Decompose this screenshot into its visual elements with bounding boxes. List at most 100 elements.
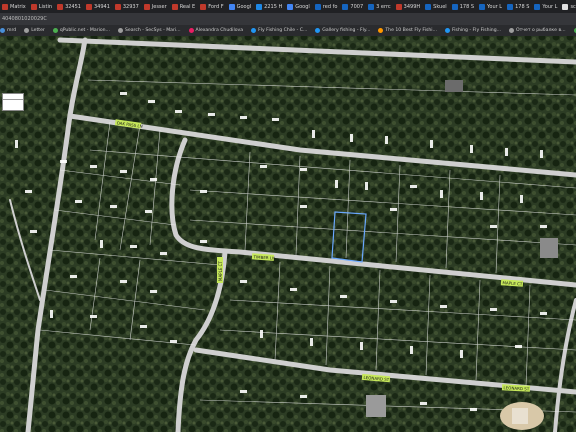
bookmark-favicon-icon [117,28,123,33]
realtor-icon [171,3,178,10]
address-bar[interactable]: 4040801020029C [0,13,576,25]
bookmark-item[interactable]: The 10 Best Fly Fishi... [378,28,437,33]
bookmark-item[interactable]: Alexandra Chudilova [188,28,243,33]
bookmarks-bar: mrd Letter qPublic.net - Marion... Search -… [0,25,576,36]
bookmark-label: qPublic.net - Marion... [59,28,110,33]
bookmark-label: Fishing - Fly Fishing... [451,28,502,33]
bookmark-label: Letter [31,28,45,33]
bookmark-favicon-icon [0,28,5,33]
zoom-control[interactable] [2,93,24,111]
browser-tab[interactable]: Your L [477,0,504,13]
browser-tab[interactable]: 7007 [340,0,365,13]
tab-label: scanpl [570,3,576,10]
browser-tab[interactable]: 32937 [113,0,141,13]
bookmark-item[interactable]: Letter [24,28,45,33]
browser-tab[interactable]: Skuel [423,0,449,13]
bookmark-favicon-icon [315,28,321,33]
parcel-map[interactable]: OAK PASS LN MAPLE CT TIMBER LN MAPLE CT … [0,36,576,432]
listing-icon [143,3,150,10]
bookmark-item[interactable]: Gallery fishing - Fly... [315,28,370,33]
listing-icon [451,3,458,10]
listing-icon [425,3,432,10]
bookmark-label: Fly Fishing Chile - C... [258,28,308,33]
tab-label: 178 S [515,3,530,10]
aerial-imagery [0,36,576,432]
tab-label: 32451 [65,3,81,10]
bookmark-favicon-icon [251,28,257,33]
listing-icon [562,3,569,10]
listing-icon [30,3,37,10]
browser-tab[interactable]: Listin [29,0,54,13]
street-label-maple-ct: MAPLE CT [217,257,223,283]
bookmark-label: mrd [7,28,17,33]
error-icon [368,3,375,10]
map-viewport[interactable]: OAK PASS LN MAPLE CT TIMBER LN MAPLE CT … [0,36,576,432]
browser-tab[interactable]: Googl [227,0,254,13]
browser-tab[interactable]: Jesser [142,0,169,13]
browser-tab[interactable]: Ford F [198,0,225,13]
browser-tab[interactable]: 3 errc [366,0,393,13]
bookmark-label: Search - SecSys - Mari... [124,28,181,33]
browser-tab[interactable]: Real E [170,0,198,13]
tab-label: 2215 H [264,3,283,10]
bookmark-item[interactable]: Search - SecSys - Mari... [117,28,181,33]
tab-label: Googl [236,3,252,10]
bookmark-favicon-icon [509,28,515,33]
tab-label: 7007 [350,3,364,10]
listing-icon [479,3,486,10]
listing-icon [534,3,541,10]
bookmark-item[interactable]: qPublic.net - Marion... [52,28,110,33]
tab-label: red fo [322,3,338,10]
tab-label: Your L [542,3,558,10]
browser-tab[interactable]: scanpl [560,0,576,13]
browser-tab[interactable]: 178 S [505,0,531,13]
tab-label: Ford F [208,3,224,10]
tab-label: 3 errc [376,3,391,10]
listing-icon [256,3,263,10]
bookmark-item[interactable]: Fishing - Fly Fishing... [444,28,502,33]
browser-tab-bar: Matrix Listin 32451 34941 32937 Jesser Real E F… [0,0,576,13]
tab-label: Jesser [151,3,167,10]
listing-icon [395,3,402,10]
browser-tab[interactable]: Googl [285,0,312,13]
matrix-icon [2,3,8,10]
tab-label: Googl [295,3,310,10]
browser-tab[interactable]: Matrix [0,0,28,13]
google-icon [228,3,235,10]
browser-tab[interactable]: 34941 [84,0,112,13]
listing-icon [342,3,349,10]
bookmark-favicon-icon [188,28,194,33]
bookmark-label: The 10 Best Fly Fishi... [385,28,437,33]
bookmark-favicon-icon [444,28,450,33]
bookmark-favicon-icon [378,28,384,33]
zoom-divider [3,99,23,100]
browser-tab[interactable]: 3499H [394,0,422,13]
bookmark-item[interactable]: Отчет о рыбалке в... [509,28,566,33]
bookmark-favicon-icon [24,28,30,33]
bookmark-item[interactable]: mrd [0,28,16,33]
listing-icon [314,3,321,10]
listing-icon [200,3,207,10]
bookmark-item[interactable]: Fly Fishing Chile - C... [251,28,307,33]
browser-tab[interactable]: 32451 [55,0,83,13]
listing-icon [57,3,64,10]
tab-label: 34941 [93,3,110,10]
browser-tab[interactable]: Your L [532,0,559,13]
bookmark-label: Gallery fishing - Fly... [322,28,371,33]
google-icon [287,3,294,10]
browser-tab[interactable]: 178 S [450,0,476,13]
tab-label: Your L [487,3,503,10]
tab-label: Listin [38,3,53,10]
tab-label: 3499H [403,3,421,10]
listing-icon [114,3,121,10]
tab-label: Real E [179,3,196,10]
bookmark-label: Отчет о рыбалке в... [516,28,566,33]
browser-tab[interactable]: red fo [313,0,340,13]
listing-icon [507,3,514,10]
bookmark-favicon-icon [52,28,58,33]
tab-label: Matrix [10,3,26,10]
tab-label: Skuel [433,3,447,10]
listing-icon [85,3,92,10]
browser-tab[interactable]: 2215 H [254,0,284,13]
svg-text:MAPLE CT: MAPLE CT [218,261,223,281]
